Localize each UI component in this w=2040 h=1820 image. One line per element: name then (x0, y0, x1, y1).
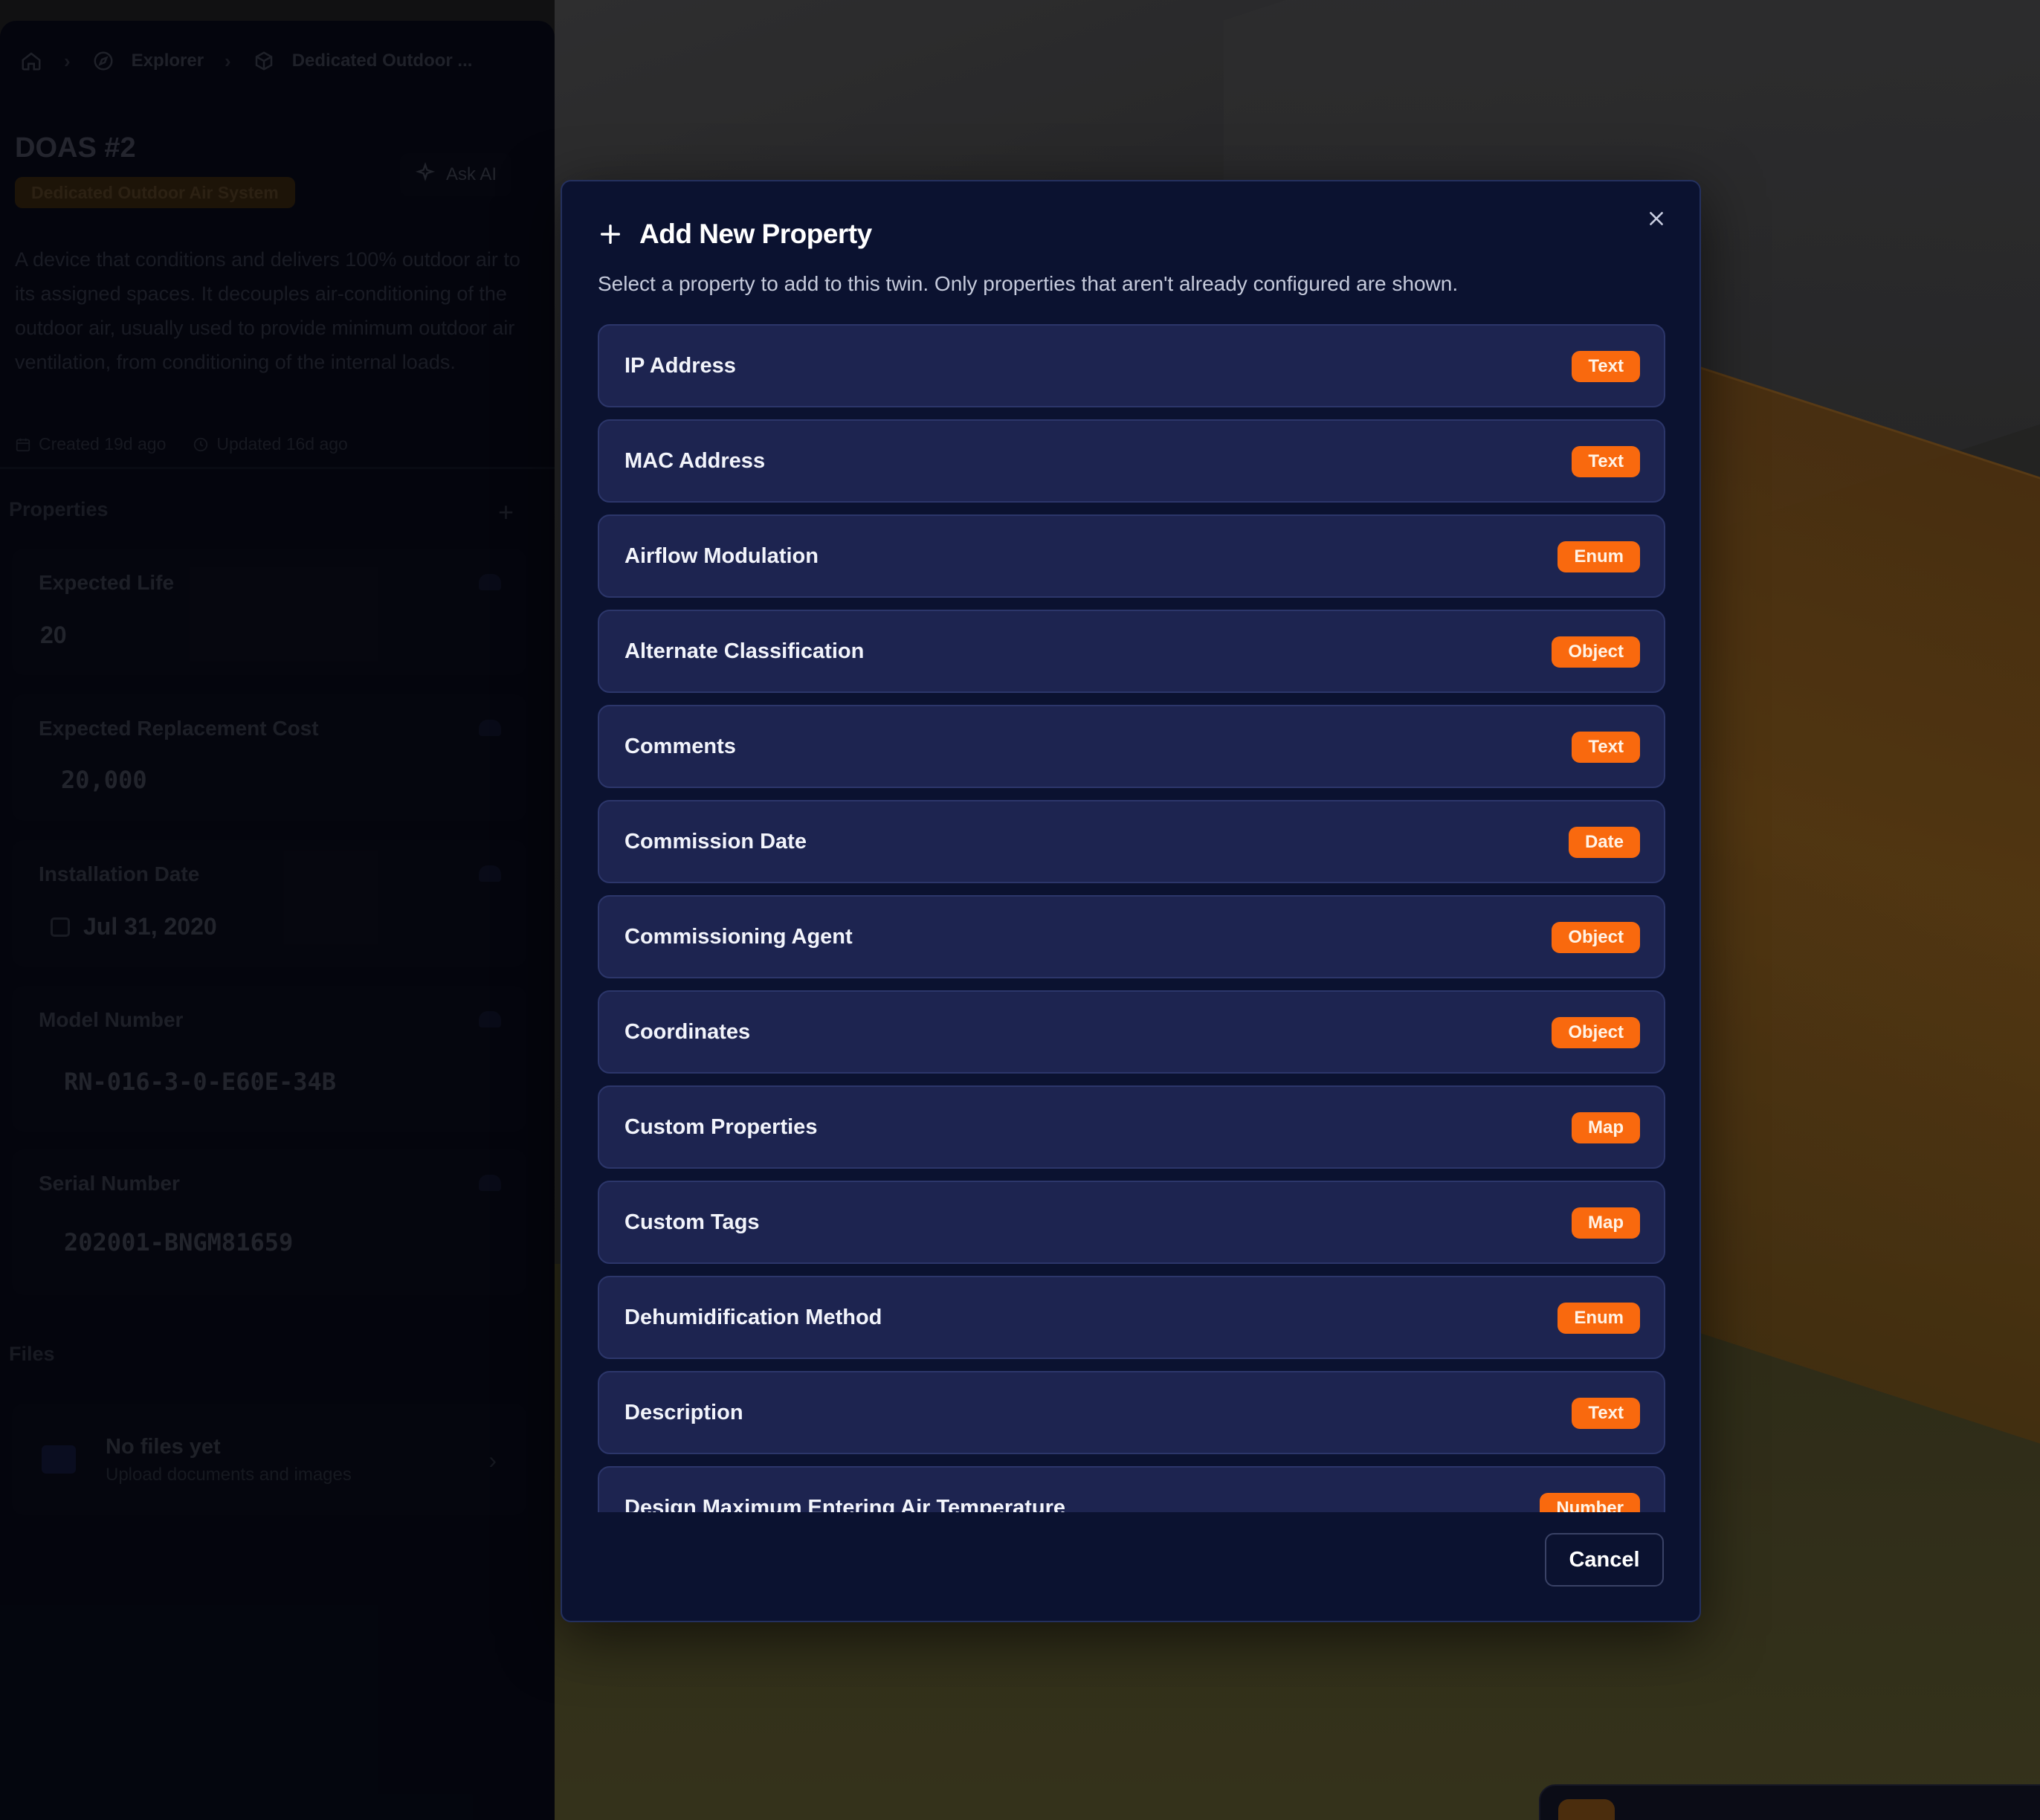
type-badge: Text (1572, 1398, 1640, 1429)
property-option[interactable]: Description Text (598, 1371, 1665, 1454)
add-property-dialog: Add New Property Select a property to ad… (561, 180, 1701, 1622)
property-option[interactable]: Commissioning Agent Object (598, 895, 1665, 978)
property-option[interactable]: Airflow Modulation Enum (598, 514, 1665, 598)
option-name: Dehumidification Method (624, 1306, 882, 1329)
close-button[interactable] (1642, 204, 1671, 233)
type-badge: Enum (1558, 541, 1640, 572)
type-badge: Enum (1558, 1303, 1640, 1334)
property-option[interactable]: Custom Properties Map (598, 1085, 1665, 1169)
plus-icon (600, 224, 621, 245)
property-option[interactable]: MAC Address Text (598, 419, 1665, 503)
close-icon (1650, 212, 1663, 225)
type-badge: Map (1572, 1207, 1640, 1239)
option-name: Design Maximum Entering Air Temperature (624, 1496, 1066, 1512)
cancel-button[interactable]: Cancel (1545, 1533, 1664, 1587)
dialog-subtitle: Select a property to add to this twin. O… (598, 272, 1459, 295)
property-option[interactable]: Design Maximum Entering Air Temperature … (598, 1466, 1665, 1512)
property-option-list[interactable]: IP Address Text MAC Address Text Airflow… (598, 324, 1667, 1512)
property-option[interactable]: Coordinates Object (598, 990, 1665, 1074)
type-badge: Number (1540, 1493, 1640, 1512)
property-option[interactable]: Alternate Classification Object (598, 610, 1665, 693)
property-option[interactable]: Commission Date Date (598, 800, 1665, 883)
type-badge: Text (1572, 446, 1640, 477)
option-name: Alternate Classification (624, 639, 865, 663)
option-name: Custom Properties (624, 1115, 818, 1139)
option-name: Description (624, 1401, 743, 1424)
option-name: Commissioning Agent (624, 925, 853, 949)
type-badge: Date (1568, 827, 1640, 858)
option-name: Coordinates (624, 1020, 751, 1044)
property-option[interactable]: Comments Text (598, 705, 1665, 788)
type-badge: Text (1572, 351, 1640, 382)
property-option[interactable]: Custom Tags Map (598, 1181, 1665, 1264)
option-name: Custom Tags (624, 1210, 760, 1234)
property-option[interactable]: IP Address Text (598, 324, 1665, 407)
option-name: Comments (624, 735, 736, 758)
option-name: Airflow Modulation (624, 544, 819, 568)
type-badge: Object (1552, 1017, 1640, 1048)
dialog-header: Add New Property (598, 219, 872, 250)
option-name: Commission Date (624, 830, 807, 853)
dialog-title: Add New Property (639, 219, 872, 249)
option-name: MAC Address (624, 449, 766, 473)
property-option[interactable]: Dehumidification Method Enum (598, 1276, 1665, 1359)
type-badge: Object (1552, 636, 1640, 668)
type-badge: Map (1572, 1112, 1640, 1143)
option-name: IP Address (624, 354, 736, 378)
type-badge: Object (1552, 922, 1640, 953)
type-badge: Text (1572, 732, 1640, 763)
